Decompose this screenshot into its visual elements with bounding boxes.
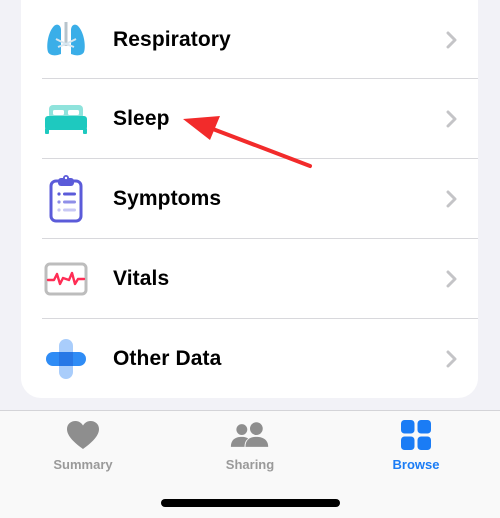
grid-icon [396,419,436,451]
category-label: Other Data [113,347,222,370]
clipboard-icon [43,175,89,223]
bed-icon [43,96,89,142]
category-label: Respiratory [113,28,231,51]
category-label: Vitals [113,267,170,290]
category-symptoms[interactable]: Symptoms [21,159,478,239]
tab-sharing[interactable]: Sharing [190,419,310,485]
home-indicator [161,499,340,507]
heart-monitor-icon [43,256,89,302]
chevron-right-icon [446,110,457,128]
category-respiratory[interactable]: Respiratory [21,0,478,80]
people-icon [230,419,270,451]
chevron-right-icon [446,350,457,368]
tab-label: Browse [392,457,440,472]
tab-browse[interactable]: Browse [356,419,476,485]
tab-summary[interactable]: Summary [23,419,143,485]
tab-label: Summary [53,457,113,472]
chevron-right-icon [446,190,457,208]
heart-icon [63,419,103,451]
category-vitals[interactable]: Vitals [21,239,478,319]
category-label: Sleep [113,107,170,130]
tab-label: Sharing [225,457,275,472]
chevron-right-icon [446,270,457,288]
category-sleep[interactable]: Sleep [21,79,478,159]
lungs-icon [43,17,89,63]
category-other-data[interactable]: Other Data [21,319,478,399]
plus-cross-icon [43,336,89,382]
chevron-right-icon [446,31,457,49]
browse-category-list: Respiratory Sleep Symptoms Vitals Other … [21,0,478,398]
category-label: Symptoms [113,187,222,210]
